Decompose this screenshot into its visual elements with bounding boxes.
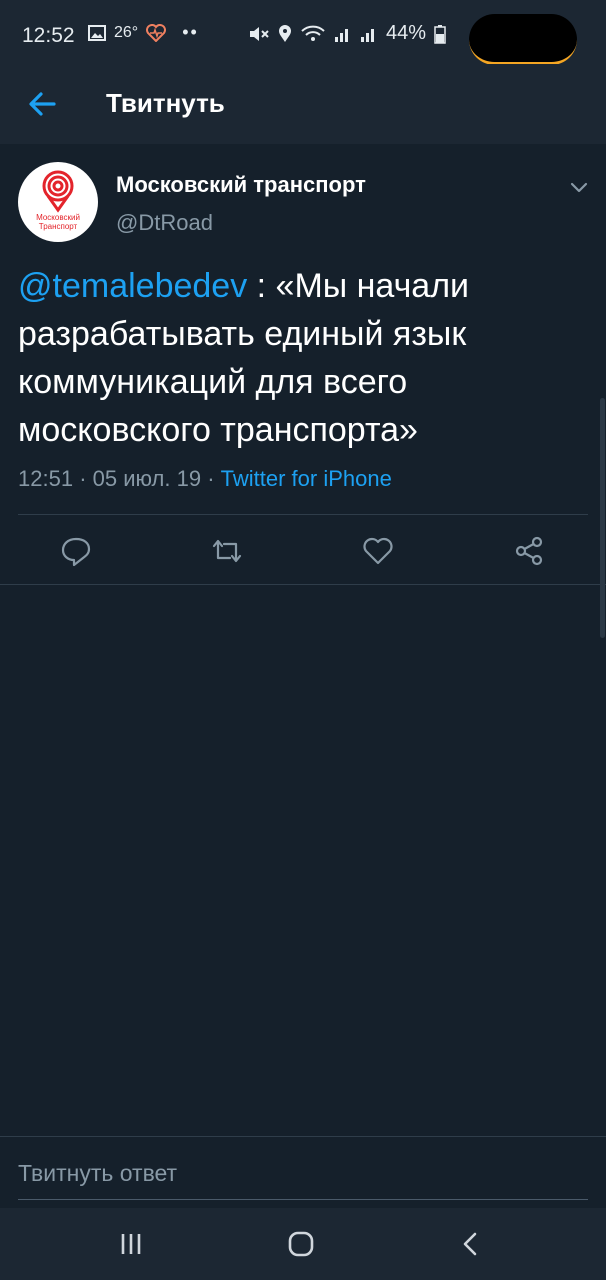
divider xyxy=(18,514,588,515)
status-time: 12:52 xyxy=(22,24,75,47)
status-bar: 12:52 26° •• 44% xyxy=(0,0,606,65)
logo-text-line1: Московский xyxy=(36,213,80,222)
meta-separator: · xyxy=(79,466,93,491)
status-right-icons: 44% xyxy=(248,22,446,45)
system-nav-bar xyxy=(0,1208,606,1280)
status-left-icons: 26° •• xyxy=(88,22,199,43)
heart-rate-icon xyxy=(146,23,167,42)
wifi-icon xyxy=(301,25,325,41)
app-header: Твитнуть xyxy=(0,64,606,144)
chevron-down-icon[interactable] xyxy=(566,174,592,200)
back-nav-icon[interactable] xyxy=(453,1228,489,1260)
retweet-icon[interactable] xyxy=(210,534,244,568)
scrollbar[interactable] xyxy=(600,398,605,638)
temperature-label: 26° xyxy=(114,23,139,41)
mute-icon xyxy=(249,26,269,41)
location-icon xyxy=(278,24,291,42)
reply-bar xyxy=(0,1136,606,1209)
logo-text-line2: Транспорт xyxy=(39,222,78,231)
back-arrow-icon[interactable] xyxy=(24,86,60,122)
meta-separator: · xyxy=(207,466,221,491)
battery-percent: 44% xyxy=(385,22,426,44)
recent-apps-icon[interactable] xyxy=(113,1228,149,1260)
reply-icon[interactable] xyxy=(59,534,93,568)
more-notifications-icon: •• xyxy=(182,22,199,42)
author-handle[interactable]: @DtRoad xyxy=(116,210,213,236)
home-icon[interactable] xyxy=(283,1228,319,1260)
reply-input[interactable] xyxy=(18,1147,588,1200)
battery-icon xyxy=(434,24,446,44)
redacted-area xyxy=(469,14,577,65)
page-title: Твитнуть xyxy=(106,88,225,118)
avatar[interactable]: Московский Транспорт xyxy=(18,162,98,242)
like-heart-icon[interactable] xyxy=(361,534,395,568)
tweet-time: 12:51 xyxy=(18,466,74,491)
tweet-meta: 12:51 · 05 июл. 19 · Twitter for iPhone xyxy=(18,466,392,492)
tweet-text: @temalebedev : «Мы начали разрабатывать … xyxy=(18,262,588,454)
signal-icon-2 xyxy=(360,28,374,42)
tweet-date: 05 июл. 19 xyxy=(92,466,202,491)
tweet-actions xyxy=(0,528,606,572)
tweet-source-link[interactable]: Twitter for iPhone xyxy=(221,466,392,491)
moscow-transport-logo: Московский Транспорт xyxy=(36,170,80,231)
signal-icon-1 xyxy=(334,28,348,42)
tweet: Московский Транспорт Московский транспор… xyxy=(0,144,606,585)
mention-link[interactable]: @temalebedev xyxy=(18,267,247,305)
author-name[interactable]: Московский транспорт xyxy=(116,172,366,198)
share-icon[interactable] xyxy=(512,534,546,568)
gallery-icon xyxy=(88,24,106,41)
